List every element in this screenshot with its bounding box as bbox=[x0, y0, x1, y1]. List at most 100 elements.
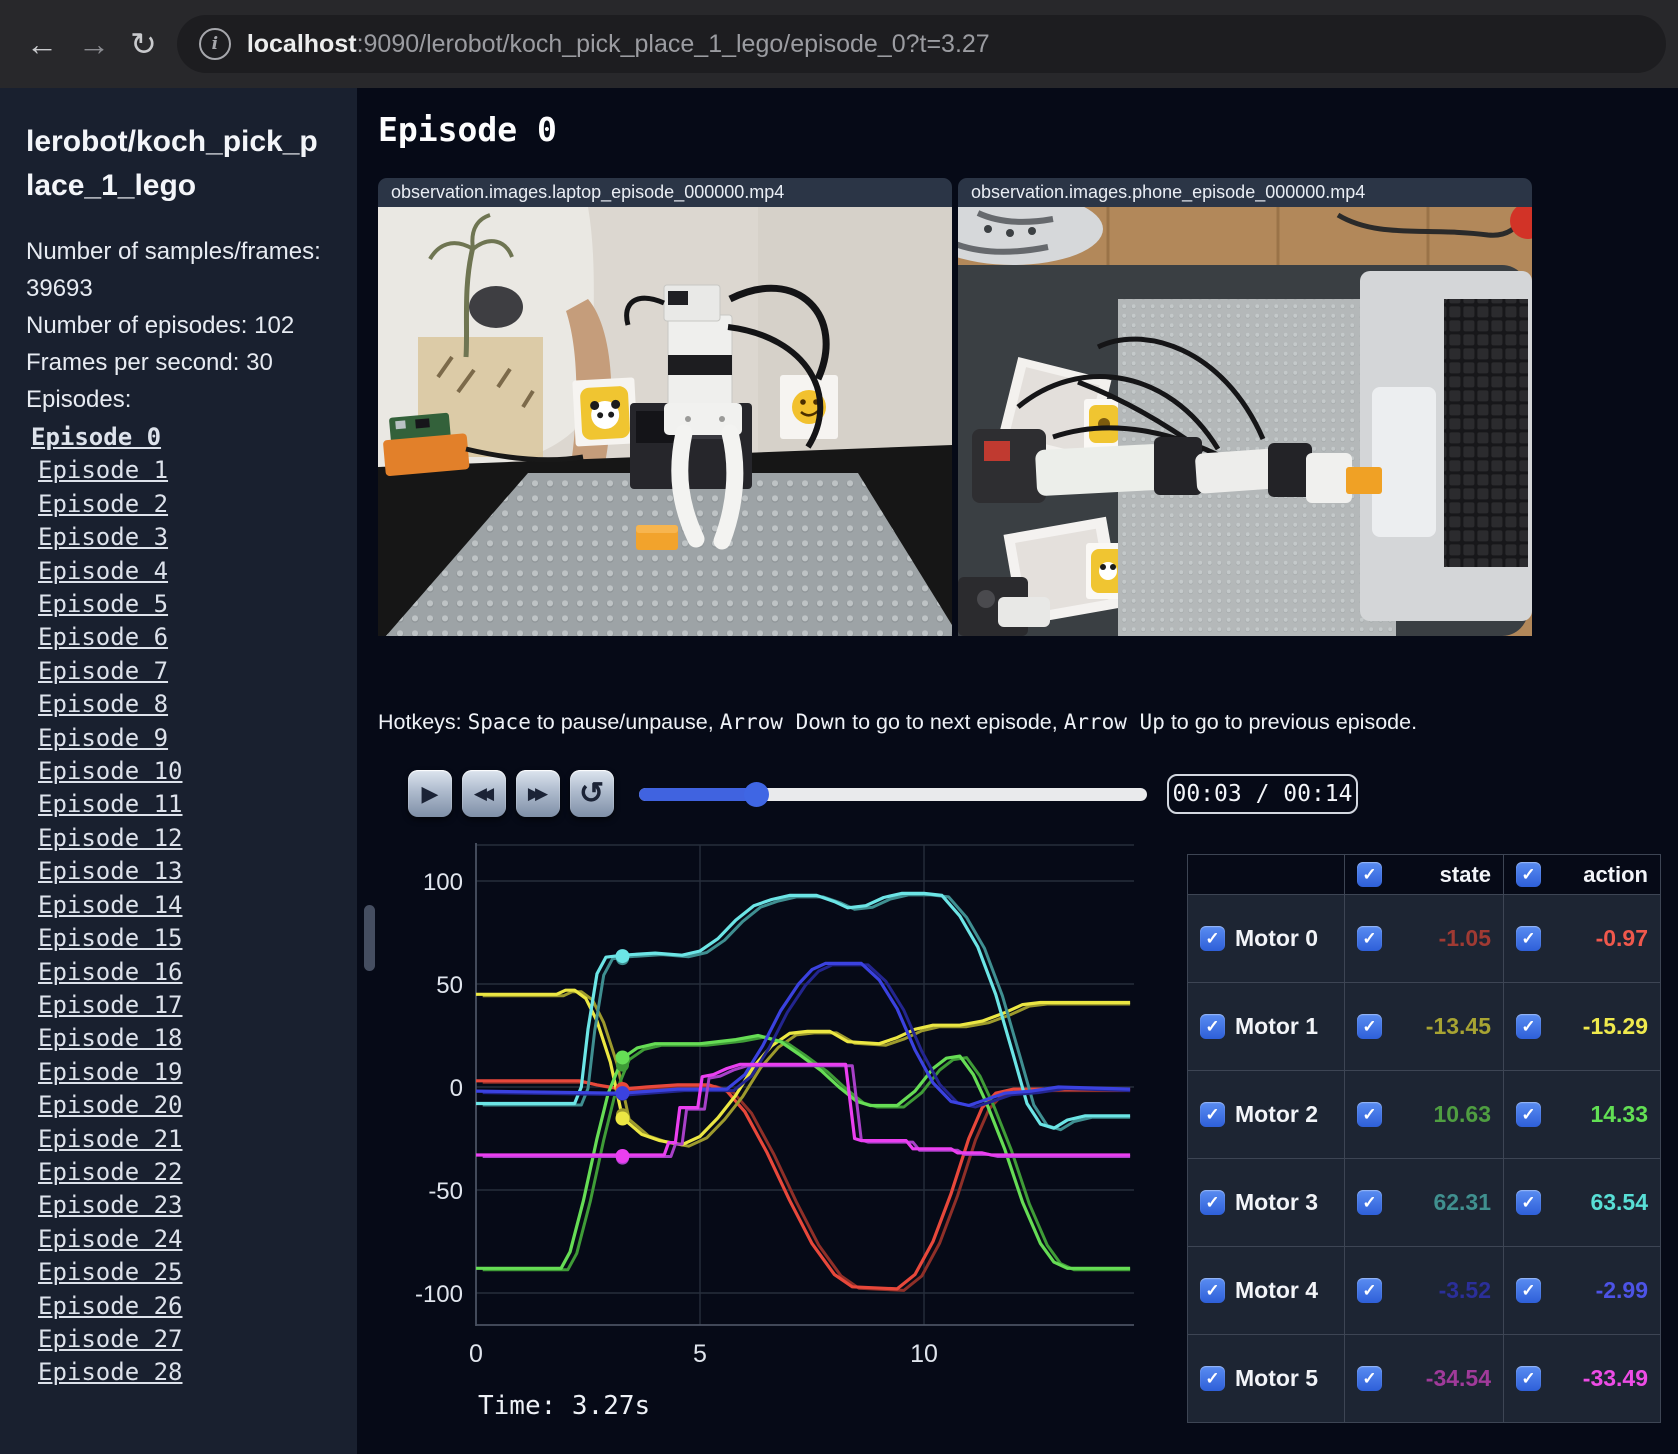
state-column-checkbox[interactable]: ✓ bbox=[1357, 862, 1382, 887]
motor-0-state-checkbox[interactable]: ✓ bbox=[1357, 926, 1382, 951]
dot-motor-4-action bbox=[615, 1086, 630, 1101]
laptop bbox=[1360, 271, 1532, 621]
back-icon[interactable]: ← bbox=[26, 28, 58, 60]
sidebar-episode-link-25[interactable]: Episode 25 bbox=[26, 1256, 339, 1289]
sidebar-episode-link-9[interactable]: Episode 9 bbox=[26, 722, 339, 755]
sidebar-episode-link-2[interactable]: Episode 2 bbox=[26, 488, 339, 521]
chart-time-label: Time: 3.27s bbox=[478, 1391, 650, 1421]
motor-5-state-checkbox[interactable]: ✓ bbox=[1357, 1366, 1382, 1391]
motor-3-state-value: 62.31 bbox=[1433, 1189, 1491, 1215]
smiley-card bbox=[780, 375, 838, 439]
motor-1-action-value: -15.29 bbox=[1582, 1013, 1648, 1039]
page-title: Episode 0 bbox=[378, 110, 557, 149]
hotkey-text-4: to go to next episode, bbox=[846, 710, 1064, 734]
sidebar-episode-link-13[interactable]: Episode 13 bbox=[26, 855, 339, 888]
motor-3-label: Motor 3 bbox=[1235, 1189, 1319, 1215]
hotkeys-help: Hotkeys: Space to pause/unpause, Arrow D… bbox=[378, 710, 1417, 735]
sidebar-episode-link-19[interactable]: Episode 19 bbox=[26, 1056, 339, 1089]
url-bar[interactable]: i localhost:9090/lerobot/koch_pick_place… bbox=[176, 15, 1666, 73]
sidebar-episode-link-1[interactable]: Episode 1 bbox=[26, 454, 339, 487]
motor-1-action-checkbox[interactable]: ✓ bbox=[1516, 1014, 1541, 1039]
action-column-label: action bbox=[1583, 861, 1648, 887]
episode-list: Episode 0 Episode 1 Episode 2 Episode 3 Epis… bbox=[26, 421, 339, 1390]
action-column-header: ✓ action bbox=[1503, 854, 1661, 895]
x-tick-0: 0 bbox=[469, 1340, 483, 1368]
motor-4-checkbox[interactable]: ✓ bbox=[1200, 1278, 1225, 1303]
motor-2-action-checkbox[interactable]: ✓ bbox=[1516, 1102, 1541, 1127]
site-info-icon[interactable]: i bbox=[198, 28, 231, 60]
sidebar-episode-link-6[interactable]: Episode 6 bbox=[26, 621, 339, 654]
dot-motor-3-action bbox=[615, 949, 630, 964]
lego-brick bbox=[636, 525, 678, 550]
sidebar-episode-link-11[interactable]: Episode 11 bbox=[26, 788, 339, 821]
y-tick-0: 0 bbox=[450, 1075, 463, 1102]
stat-episodes: Number of episodes: 102 bbox=[26, 312, 295, 339]
motor-4-label: Motor 4 bbox=[1235, 1277, 1319, 1303]
state-column-header: ✓ state bbox=[1344, 854, 1504, 895]
motor-5-action-checkbox[interactable]: ✓ bbox=[1516, 1366, 1541, 1391]
motor-1-state-checkbox[interactable]: ✓ bbox=[1357, 1014, 1382, 1039]
x-tick-10: 10 bbox=[910, 1340, 938, 1368]
motor-3-state-checkbox[interactable]: ✓ bbox=[1357, 1190, 1382, 1215]
url-text: localhost:9090/lerobot/koch_pick_place_1… bbox=[247, 30, 990, 59]
sidebar-episode-link-23[interactable]: Episode 23 bbox=[26, 1189, 339, 1222]
y-tick-50: 50 bbox=[436, 972, 463, 999]
line-motor-1-state bbox=[482, 990, 1131, 1148]
video-panel-laptop[interactable]: observation.images.laptop_episode_000000… bbox=[378, 178, 952, 636]
sidebar-episode-link-14[interactable]: Episode 14 bbox=[26, 889, 339, 922]
sidebar-episode-link-8[interactable]: Episode 8 bbox=[26, 688, 339, 721]
motor-0-action-checkbox[interactable]: ✓ bbox=[1516, 926, 1541, 951]
y-tick--100: -100 bbox=[415, 1281, 463, 1308]
sidebar-episode-link-16[interactable]: Episode 16 bbox=[26, 956, 339, 989]
motor-4-state-checkbox[interactable]: ✓ bbox=[1357, 1278, 1382, 1303]
sidebar: lerobot/koch_pick_place_1_lego Number of… bbox=[0, 88, 357, 1454]
hotkey-text-2: to pause/unpause, bbox=[530, 710, 720, 734]
sidebar-episode-link-20[interactable]: Episode 20 bbox=[26, 1089, 339, 1122]
motor-chart[interactable]: 100 50 0 -50 -100 0 5 10 Time: 3.27s bbox=[357, 790, 1147, 1454]
state-column-label: state bbox=[1439, 861, 1491, 887]
sidebar-episode-link-17[interactable]: Episode 17 bbox=[26, 989, 339, 1022]
sidebar-episode-link-4[interactable]: Episode 4 bbox=[26, 555, 339, 588]
main-content: Episode 0 observation.images.laptop_epis… bbox=[357, 88, 1678, 1454]
motor-4-action-checkbox[interactable]: ✓ bbox=[1516, 1278, 1541, 1303]
reload-icon[interactable]: ↻ bbox=[130, 28, 157, 60]
motor-row-1: ✓ Motor 1 ✓ -13.45 ✓ -15.29 bbox=[1187, 982, 1661, 1071]
motor-0-label: Motor 0 bbox=[1235, 925, 1319, 951]
motor-5-state-value: -34.54 bbox=[1425, 1365, 1491, 1391]
hotkey-key-3: Arrow Down bbox=[719, 710, 847, 734]
motor-5-checkbox[interactable]: ✓ bbox=[1200, 1366, 1225, 1391]
video-panel-phone[interactable]: observation.images.phone_episode_000000.… bbox=[958, 178, 1532, 636]
sidebar-episode-link-28[interactable]: Episode 28 bbox=[26, 1356, 339, 1389]
motor-row-0: ✓ Motor 0 ✓ -1.05 ✓ -0.97 bbox=[1187, 894, 1661, 983]
motor-3-action-checkbox[interactable]: ✓ bbox=[1516, 1190, 1541, 1215]
dataset-title: lerobot/koch_pick_place_1_lego bbox=[26, 125, 318, 202]
sidebar-episode-link-22[interactable]: Episode 22 bbox=[26, 1156, 339, 1189]
sidebar-episode-link-27[interactable]: Episode 27 bbox=[26, 1323, 339, 1356]
sidebar-episode-link-7[interactable]: Episode 7 bbox=[26, 655, 339, 688]
motor-5-action-value: -33.49 bbox=[1582, 1365, 1648, 1391]
motor-table: ✓ state ✓ action ✓ Motor 0 ✓ -1.05 ✓ -0.97 ✓ Mo… bbox=[1187, 854, 1661, 1423]
sidebar-episode-link-18[interactable]: Episode 18 bbox=[26, 1022, 339, 1055]
sidebar-episode-link-21[interactable]: Episode 21 bbox=[26, 1123, 339, 1156]
sidebar-episode-link-10[interactable]: Episode 10 bbox=[26, 755, 339, 788]
sidebar-episode-link-5[interactable]: Episode 5 bbox=[26, 588, 339, 621]
stat-fps: Frames per second: 30 bbox=[26, 349, 273, 376]
table-header-row: ✓ state ✓ action bbox=[1187, 854, 1661, 895]
motor-3-checkbox[interactable]: ✓ bbox=[1200, 1190, 1225, 1215]
hotkey-key-1: Space bbox=[467, 710, 531, 734]
motor-0-checkbox[interactable]: ✓ bbox=[1200, 926, 1225, 951]
motor-5-label: Motor 5 bbox=[1235, 1365, 1319, 1391]
forward-icon[interactable]: → bbox=[78, 28, 110, 60]
sidebar-episode-link-3[interactable]: Episode 3 bbox=[26, 521, 339, 554]
sidebar-episode-link-0[interactable]: Episode 0 bbox=[26, 421, 339, 454]
sidebar-episode-link-12[interactable]: Episode 12 bbox=[26, 822, 339, 855]
motor-1-checkbox[interactable]: ✓ bbox=[1200, 1014, 1225, 1039]
sidebar-episode-link-26[interactable]: Episode 26 bbox=[26, 1290, 339, 1323]
sidebar-episode-link-24[interactable]: Episode 24 bbox=[26, 1223, 339, 1256]
action-column-checkbox[interactable]: ✓ bbox=[1516, 862, 1541, 887]
video-frame-phone bbox=[958, 207, 1532, 636]
motor-2-checkbox[interactable]: ✓ bbox=[1200, 1102, 1225, 1127]
motor-2-state-checkbox[interactable]: ✓ bbox=[1357, 1102, 1382, 1127]
motor-row-3: ✓ Motor 3 ✓ 62.31 ✓ 63.54 bbox=[1187, 1158, 1661, 1247]
sidebar-episode-link-15[interactable]: Episode 15 bbox=[26, 922, 339, 955]
